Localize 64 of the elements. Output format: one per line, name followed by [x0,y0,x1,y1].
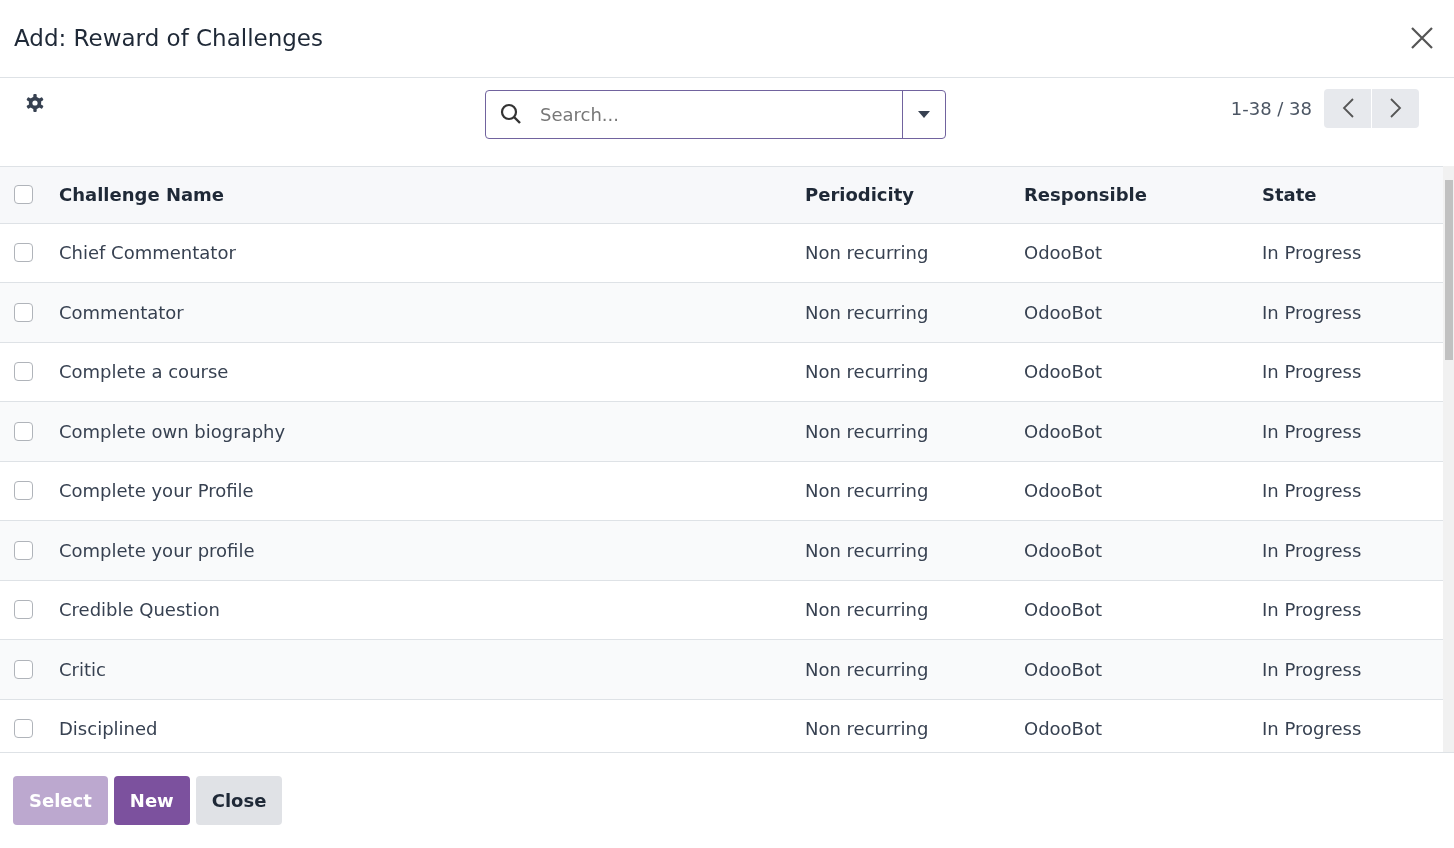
table-cell-text: Non recurring [804,718,930,740]
settings-icon[interactable] [25,92,45,113]
table-cell-text: In Progress [1261,599,1363,621]
table-cell-text: Non recurring [804,420,930,442]
row-checkbox[interactable] [14,302,33,322]
table-cell-text: Credible Question [58,599,221,621]
table-cell-text: OdooBot [1023,658,1104,680]
table-cell-text: In Progress [1261,420,1363,442]
table-cell-text: Complete your profile [58,539,256,561]
previous-page-button[interactable] [1324,88,1371,128]
chevron-left-icon [1341,98,1354,119]
table-cell-text: Complete own biography [58,420,287,442]
search-icon [500,103,522,126]
table-cell-text: In Progress [1261,480,1363,502]
pager-range: 1-38 / 38 [1230,97,1312,119]
scrollbar[interactable] [1443,165,1454,752]
column-header[interactable]: Responsible [1012,184,1250,206]
row-checkbox[interactable] [14,600,33,620]
dialog-title: Add: Reward of Challenges [14,25,323,52]
table-cell-text: In Progress [1261,718,1363,740]
row-checkbox[interactable] [14,659,33,679]
table-cell-text: Non recurring [804,539,930,561]
table-cell-text: Non recurring [804,242,930,264]
row-checkbox[interactable] [14,243,33,263]
table-cell-text: OdooBot [1023,539,1104,561]
table-cell-text: In Progress [1261,658,1363,680]
table-cell-text: Non recurring [804,361,930,383]
table-cell-text: OdooBot [1023,718,1104,740]
table-cell-text: Chief Commentator [58,242,237,264]
table-cell-text: OdooBot [1023,242,1104,264]
row-checkbox[interactable] [14,481,33,501]
column-header[interactable]: Periodicity [793,184,1012,206]
table-cell-text: Complete a course [58,361,230,383]
column-header[interactable]: Challenge Name [47,184,793,206]
table-cell-text: Critic [58,658,107,680]
caret-icon [918,110,930,118]
table-cell-text: Commentator [58,301,185,323]
table-cell-text: In Progress [1261,539,1363,561]
table-cell-text: Non recurring [804,599,930,621]
row-checkbox[interactable] [14,719,33,739]
table-cell-text: Non recurring [804,480,930,502]
table-cell-text: OdooBot [1023,599,1104,621]
table-cell-text: OdooBot [1023,361,1104,383]
table-cell-text: In Progress [1261,301,1363,323]
search-bar[interactable]: Search... [485,89,946,139]
table-cell-text: Complete your Profile [58,480,255,502]
table-cell-text: Disciplined [58,718,159,740]
table-cell-text: OdooBot [1023,480,1104,502]
next-page-button[interactable] [1372,88,1419,128]
footer-button[interactable]: Close [195,776,283,825]
row-checkbox[interactable] [14,362,33,382]
close-icon[interactable] [1410,26,1434,51]
row-checkbox[interactable] [14,540,33,560]
table-cell-text: Non recurring [804,658,930,680]
table-cell-text: Non recurring [804,301,930,323]
column-header[interactable]: State [1250,184,1443,206]
chevron-right-icon [1389,98,1402,119]
table-cell-text: OdooBot [1023,301,1104,323]
footer-button[interactable]: New [113,776,190,825]
table-cell-text: OdooBot [1023,420,1104,442]
table-cell-text: In Progress [1261,361,1363,383]
select-all-checkbox[interactable] [14,185,33,205]
row-checkbox[interactable] [14,421,33,441]
table-cell-text: In Progress [1261,242,1363,264]
